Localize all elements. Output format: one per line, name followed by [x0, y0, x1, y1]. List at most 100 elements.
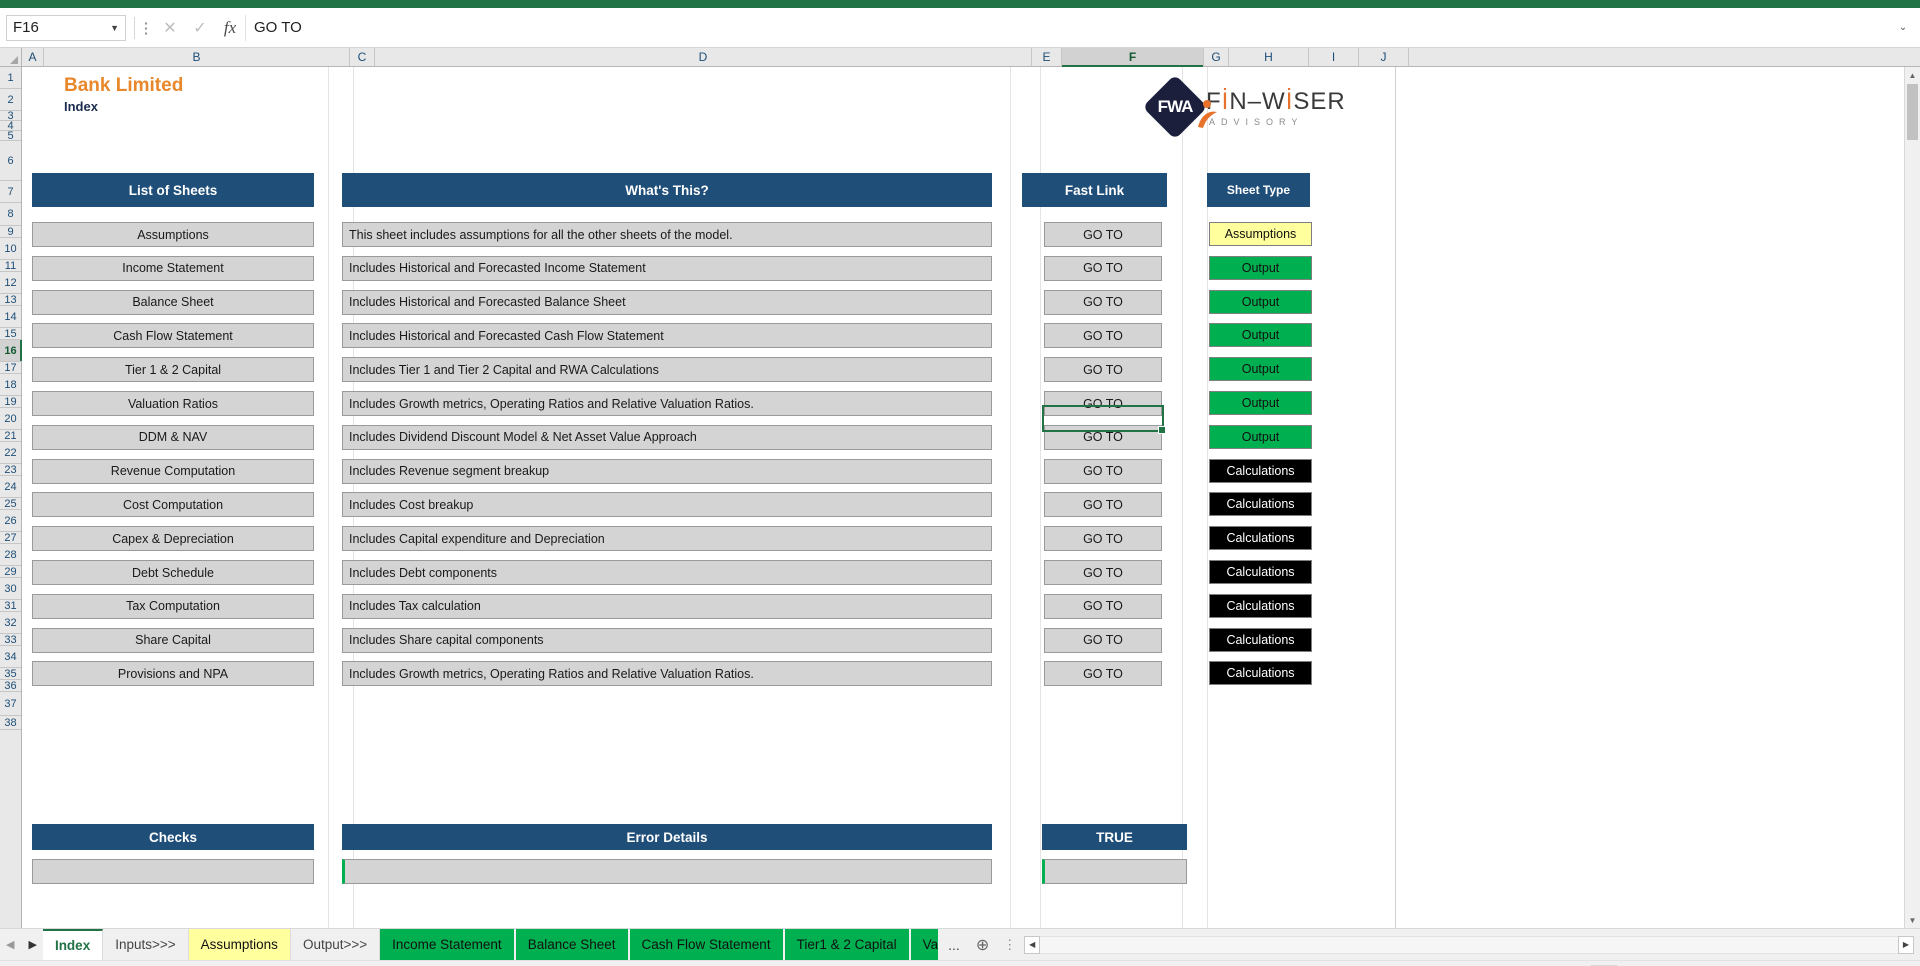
column-header-a[interactable]: A: [22, 48, 44, 66]
row-header-26[interactable]: 26: [0, 510, 21, 532]
row-header-37[interactable]: 37: [0, 692, 21, 716]
scroll-up-icon[interactable]: ▲: [1904, 67, 1920, 83]
row-header-35[interactable]: 35: [0, 668, 21, 680]
column-header-e[interactable]: E: [1032, 48, 1062, 66]
sheet-name-cell[interactable]: Tier 1 & 2 Capital: [32, 357, 314, 383]
chevron-down-icon[interactable]: ▼: [110, 23, 119, 33]
sheet-name-cell[interactable]: Cost Computation: [32, 492, 314, 518]
row-header-31[interactable]: 31: [0, 600, 21, 612]
sheet-name-cell[interactable]: Debt Schedule: [32, 560, 314, 585]
tab-more-icon[interactable]: ⋮: [997, 929, 1022, 960]
hscroll-left-icon[interactable]: ◀: [1024, 935, 1041, 954]
tab-overflow-icon[interactable]: ...: [940, 929, 968, 960]
goto-link-button[interactable]: GO TO: [1044, 289, 1162, 315]
hscroll-track[interactable]: [1040, 935, 1898, 954]
tab-next-icon[interactable]: ▶: [28, 938, 36, 951]
goto-link-button[interactable]: GO TO: [1044, 492, 1162, 518]
row-header-33[interactable]: 33: [0, 634, 21, 646]
row-header-27[interactable]: 27: [0, 532, 21, 544]
scroll-down-icon[interactable]: ▼: [1904, 912, 1920, 928]
sheet-canvas[interactable]: Bank Limited Index FWA FİN–WİSER ADVISOR…: [22, 67, 1920, 928]
row-header-7[interactable]: 7: [0, 181, 21, 203]
goto-link-button[interactable]: GO TO: [1044, 593, 1162, 619]
row-header-13[interactable]: 13: [0, 294, 21, 306]
row-header-15[interactable]: 15: [0, 328, 21, 340]
sheet-tab-inputs[interactable]: Inputs>>>: [103, 929, 189, 960]
sheet-tab-va[interactable]: Va: [910, 929, 941, 960]
insert-function-icon[interactable]: fx: [215, 18, 245, 38]
cancel-icon[interactable]: ✕: [155, 18, 185, 38]
row-header-6[interactable]: 6: [0, 141, 21, 181]
sheet-name-cell[interactable]: Valuation Ratios: [32, 391, 314, 416]
sheet-tab-index[interactable]: Index: [42, 929, 104, 960]
sheet-tab-tier1-2-capital[interactable]: Tier1 & 2 Capital: [784, 929, 911, 960]
row-header-21[interactable]: 21: [0, 430, 21, 442]
goto-link-button[interactable]: GO TO: [1044, 627, 1162, 653]
row-header-17[interactable]: 17: [0, 362, 21, 374]
goto-link-button[interactable]: GO TO: [1044, 560, 1162, 585]
sheet-name-cell[interactable]: Capex & Depreciation: [32, 526, 314, 552]
column-header-i[interactable]: I: [1309, 48, 1359, 66]
goto-link-button[interactable]: GO TO: [1044, 222, 1162, 247]
row-header-20[interactable]: 20: [0, 408, 21, 430]
goto-link-button[interactable]: GO TO: [1044, 526, 1162, 552]
row-header-5[interactable]: 5: [0, 130, 21, 142]
goto-link-button[interactable]: GO TO: [1044, 661, 1162, 687]
sheet-tab-income-statement[interactable]: Income Statement: [380, 929, 516, 960]
row-header-32[interactable]: 32: [0, 612, 21, 634]
row-header-14[interactable]: 14: [0, 306, 21, 328]
sheet-tab-output[interactable]: Output>>>: [291, 929, 381, 960]
row-header-34[interactable]: 34: [0, 646, 21, 668]
sheet-name-cell[interactable]: DDM & NAV: [32, 424, 314, 450]
tab-prev-icon[interactable]: ◀: [6, 938, 14, 951]
sheet-tab-assumptions[interactable]: Assumptions: [188, 929, 291, 960]
row-header-10[interactable]: 10: [0, 238, 21, 260]
row-header-9[interactable]: 9: [0, 226, 21, 238]
row-header-25[interactable]: 25: [0, 498, 21, 510]
vertical-scroll-thumb[interactable]: [1907, 84, 1918, 140]
name-box[interactable]: F16 ▼: [6, 14, 126, 41]
sheet-tab-cash-flow-statement[interactable]: Cash Flow Statement: [629, 929, 785, 960]
row-header-18[interactable]: 18: [0, 374, 21, 396]
row-header-28[interactable]: 28: [0, 544, 21, 566]
goto-link-button[interactable]: GO TO: [1044, 357, 1162, 383]
select-all-corner[interactable]: [0, 48, 22, 66]
sheet-name-cell[interactable]: Share Capital: [32, 627, 314, 653]
row-header-36[interactable]: 36: [0, 680, 21, 692]
column-header-h[interactable]: H: [1229, 48, 1309, 66]
check-icon[interactable]: ✓: [185, 18, 215, 38]
row-header-19[interactable]: 19: [0, 396, 21, 408]
row-header-12[interactable]: 12: [0, 272, 21, 294]
sheet-name-cell[interactable]: Balance Sheet: [32, 289, 314, 315]
row-header-24[interactable]: 24: [0, 476, 21, 498]
row-header-38[interactable]: 38: [0, 716, 21, 730]
sheet-tab-balance-sheet[interactable]: Balance Sheet: [515, 929, 630, 960]
add-sheet-icon[interactable]: ⊕: [968, 929, 997, 960]
row-header-23[interactable]: 23: [0, 464, 21, 476]
row-header-22[interactable]: 22: [0, 442, 21, 464]
expand-formula-bar-icon[interactable]: ⌄: [1892, 22, 1914, 33]
sheet-name-cell[interactable]: Tax Computation: [32, 593, 314, 619]
column-header-j[interactable]: J: [1359, 48, 1409, 66]
column-header-b[interactable]: B: [44, 48, 350, 66]
sheet-name-cell[interactable]: Cash Flow Statement: [32, 323, 314, 349]
column-header-f[interactable]: F: [1062, 48, 1204, 67]
formula-input[interactable]: GO TO: [245, 14, 1892, 41]
hscroll-right-icon[interactable]: ▶: [1898, 935, 1914, 954]
row-header-29[interactable]: 29: [0, 566, 21, 578]
horizontal-scrollbar[interactable]: ◀ ▶: [1024, 933, 1914, 956]
vertical-scrollbar[interactable]: ▲ ▼: [1904, 67, 1920, 928]
goto-link-button[interactable]: GO TO: [1044, 323, 1162, 349]
selected-cell-f16[interactable]: [1042, 405, 1166, 434]
more-options-icon[interactable]: ⋮: [137, 19, 155, 37]
goto-link-button[interactable]: GO TO: [1044, 255, 1162, 281]
row-header-1[interactable]: 1: [0, 67, 21, 89]
row-header-11[interactable]: 11: [0, 260, 21, 272]
row-header-8[interactable]: 8: [0, 203, 21, 226]
row-header-16[interactable]: 16: [0, 340, 22, 362]
column-header-d[interactable]: D: [375, 48, 1032, 66]
column-header-c[interactable]: C: [350, 48, 375, 66]
column-header-g[interactable]: G: [1204, 48, 1229, 66]
sheet-name-cell[interactable]: Revenue Computation: [32, 458, 314, 484]
sheet-name-cell[interactable]: Assumptions: [32, 222, 314, 247]
